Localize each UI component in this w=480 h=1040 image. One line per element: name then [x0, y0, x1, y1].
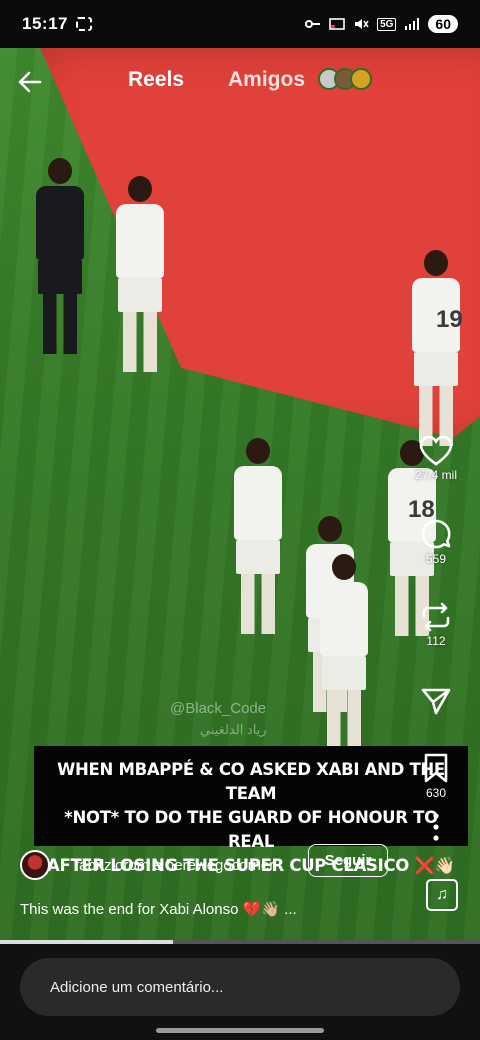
mute-icon	[355, 19, 369, 29]
cast-icon	[329, 18, 345, 30]
avatar[interactable]	[20, 850, 50, 880]
screen-record-icon	[75, 17, 92, 31]
heart-icon	[419, 436, 453, 466]
tab-reels[interactable]: Reels	[128, 68, 184, 92]
friends-avatars[interactable]	[318, 68, 372, 90]
player-figure	[234, 438, 282, 634]
signal-icon	[405, 18, 420, 30]
caption-emoji: ❌👋🏻	[414, 856, 455, 875]
comment-icon	[421, 519, 451, 549]
author-name[interactable]: fabriziorom e herewegocorner	[75, 857, 274, 874]
caption-line: *NOT* TO DO THE GUARD OF HONOUR TO REAL	[64, 808, 438, 851]
video-progress-bar[interactable]	[0, 940, 480, 944]
post-description[interactable]: This was the end for Xabi Alonso 💔👋🏼 ...	[20, 900, 297, 918]
comment-bar	[0, 944, 480, 1040]
jersey-number: 19	[436, 306, 463, 333]
battery-indicator: 60	[428, 15, 458, 33]
player-figure	[320, 554, 368, 750]
like-count: 27,4 mil	[414, 468, 458, 482]
share-button[interactable]	[406, 686, 466, 716]
video-progress-fill	[0, 940, 173, 944]
key-icon	[305, 20, 321, 28]
music-icon[interactable]: ♫	[426, 879, 458, 911]
send-icon	[421, 688, 451, 715]
back-arrow-icon[interactable]	[14, 66, 46, 98]
repost-count: 112	[426, 634, 446, 648]
bookmark-icon	[424, 753, 448, 783]
status-icons: 5G 60	[305, 15, 458, 33]
post-author[interactable]: fabriziorom e herewegocorner	[20, 850, 274, 880]
more-vertical-icon	[433, 813, 439, 841]
avatar	[350, 68, 372, 90]
like-button[interactable]: 27,4 mil	[406, 436, 466, 482]
repost-icon	[422, 602, 450, 632]
comment-button[interactable]: 559	[406, 518, 466, 566]
follow-button[interactable]: Seguir	[308, 844, 388, 877]
video-watermark: @Black_Code	[170, 700, 267, 717]
more-options-button[interactable]	[406, 812, 466, 842]
status-time: 15:17	[22, 14, 68, 33]
caption-line: WHEN MBAPPÉ & CO ASKED XABI AND THE TEAM	[57, 760, 445, 803]
player-figure	[36, 158, 84, 354]
video-watermark-arabic: رياد الدلغيني	[200, 722, 267, 737]
reel-video[interactable]: 19 18 @Black_Code رياد الدلغيني WHEN MBA…	[0, 40, 480, 945]
status-bar: 15:17 5G 60	[0, 0, 480, 48]
comment-count: 559	[425, 552, 447, 566]
home-indicator[interactable]	[156, 1028, 324, 1033]
save-count: 630	[425, 786, 447, 800]
player-figure	[116, 176, 164, 372]
network-label: 5G	[377, 17, 397, 31]
repost-button[interactable]: 112	[406, 602, 466, 648]
comment-input[interactable]	[20, 958, 460, 1016]
player-figure	[412, 250, 460, 446]
tab-friends[interactable]: Amigos	[228, 68, 305, 92]
video-caption-box: WHEN MBAPPÉ & CO ASKED XABI AND THE TEAM…	[34, 746, 468, 875]
save-button[interactable]: 630	[406, 752, 466, 800]
reels-top-nav: Reels Amigos	[0, 60, 480, 104]
